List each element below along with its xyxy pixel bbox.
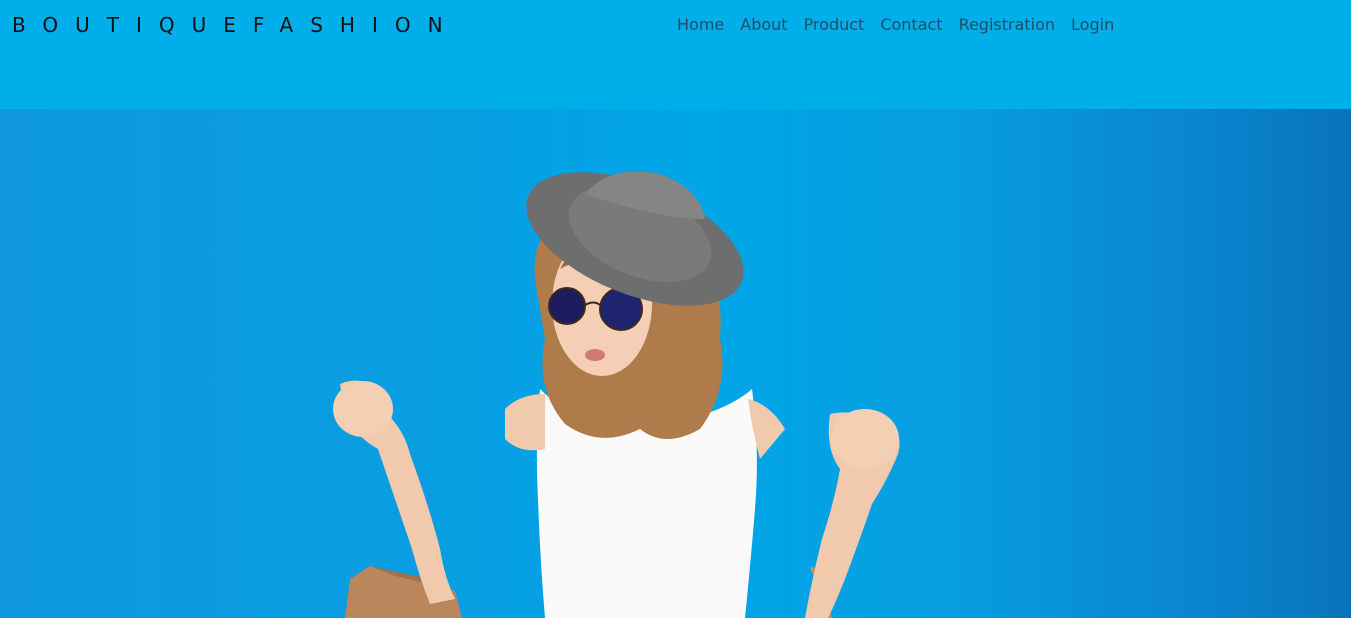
nav-about-link[interactable]: About: [740, 15, 787, 34]
hero-photo-illustration: [333, 171, 900, 618]
nav-login-link[interactable]: Login: [1071, 15, 1114, 34]
main-nav: Home About Product Contact Registration …: [677, 15, 1130, 34]
nav-contact-link[interactable]: Contact: [880, 15, 942, 34]
nav-home-link[interactable]: Home: [677, 15, 724, 34]
brand-logo[interactable]: BOUTIQUEFASHION: [12, 13, 460, 37]
nav-product-link[interactable]: Product: [804, 15, 865, 34]
nav-registration-link[interactable]: Registration: [959, 15, 1055, 34]
hero-banner: [0, 109, 1351, 618]
site-header: BOUTIQUEFASHION Home About Product Conta…: [0, 0, 1351, 109]
